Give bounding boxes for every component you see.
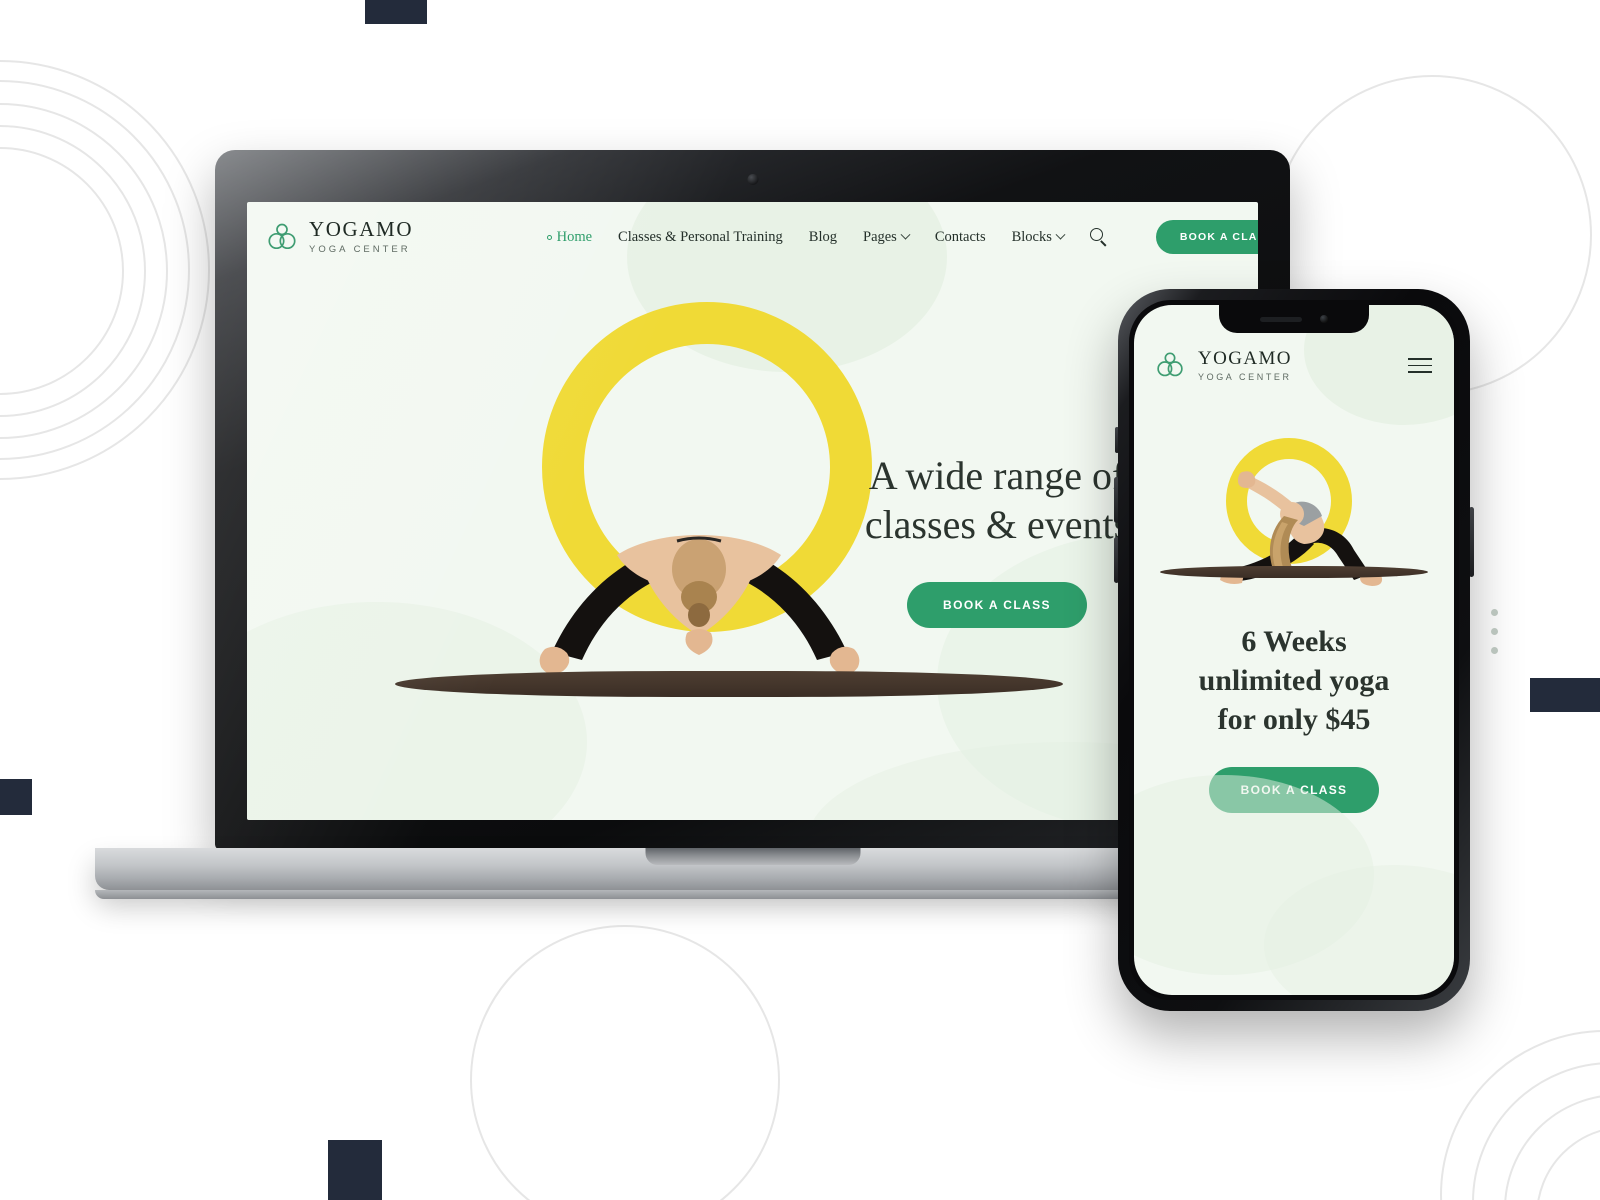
- header-cta-wrap: BOOK A CLASS: [1155, 220, 1258, 254]
- main-navigation: Home Classes & Personal Training Blog Pa…: [546, 220, 1258, 254]
- nav-item-blocks[interactable]: Blocks: [1011, 228, 1066, 246]
- yoga-mat: [1160, 566, 1428, 578]
- site-header: YOGAMO YOGA CENTER Home Classes & Person…: [247, 202, 1258, 272]
- mobile-site-logo[interactable]: YOGAMO YOGA CENTER: [1156, 349, 1292, 382]
- deco-square-right: [1530, 678, 1600, 712]
- brand-tagline: YOGA CENTER: [309, 244, 411, 255]
- hamburger-menu-icon[interactable]: [1408, 358, 1432, 373]
- phone-front-camera-icon: [1320, 315, 1328, 323]
- nav-label: Contacts: [934, 228, 986, 245]
- nav-item-classes[interactable]: Classes & Personal Training: [618, 229, 783, 246]
- mobile-brand-tagline: YOGA CENTER: [1198, 372, 1292, 382]
- deco-square-left: [0, 779, 32, 815]
- chevron-down-icon: [1055, 229, 1066, 240]
- search-icon[interactable]: [1089, 228, 1108, 247]
- nav-label: Classes & Personal Training: [618, 228, 783, 245]
- hero-title-line-1: A wide range of: [868, 453, 1126, 498]
- slider-dots[interactable]: [1491, 609, 1498, 654]
- nav-item-contacts[interactable]: Contacts: [935, 229, 986, 246]
- hero-title: A wide range of classes & events: [832, 452, 1162, 550]
- nav-label: Blog: [808, 228, 837, 245]
- mobile-hero-title-line-3: for only $45: [1217, 703, 1371, 736]
- mobile-hero-image: [1134, 404, 1454, 614]
- chevron-down-icon: [900, 229, 911, 240]
- deco-circle-bottom-1: [470, 925, 780, 1200]
- phone-frame: YOGAMO YOGA CENTER 6 Weeks unlimited yog…: [1118, 289, 1470, 1011]
- hero-cta-wrap: BOOK A CLASS: [832, 581, 1162, 628]
- phone-notch: [1219, 305, 1369, 333]
- hero-copy: A wide range of classes & events BOOK A …: [832, 452, 1162, 628]
- laptop-screen: YOGAMO YOGA CENTER Home Classes & Person…: [247, 202, 1258, 820]
- yoga-pose-illustration-mobile: [1220, 471, 1383, 586]
- nav-item-blog[interactable]: Blog: [809, 229, 837, 246]
- brand-name: YOGAMO: [309, 217, 414, 241]
- deco-square-top: [365, 0, 427, 24]
- mobile-hero-title-line-2: unlimited yoga: [1198, 664, 1390, 697]
- slider-dot-1[interactable]: [1491, 609, 1498, 616]
- nav-label: Pages: [863, 228, 897, 245]
- active-bullet-icon: [546, 234, 552, 240]
- laptop-webcam-icon: [747, 174, 758, 185]
- mobile-brand-name: YOGAMO: [1198, 348, 1292, 369]
- slider-dot-2[interactable]: [1491, 628, 1498, 635]
- deco-square-bottom: [328, 1140, 382, 1200]
- hero-book-a-class-button[interactable]: BOOK A CLASS: [907, 581, 1087, 628]
- yoga-mat: [395, 671, 1063, 697]
- phone-screen: YOGAMO YOGA CENTER 6 Weeks unlimited yog…: [1134, 305, 1454, 995]
- mobile-hero-title-line-1: 6 Weeks: [1241, 625, 1347, 658]
- mockup-scene: YOGAMO YOGA CENTER Home Classes & Person…: [0, 0, 1600, 1200]
- hero-title-line-2: classes & events: [864, 501, 1130, 547]
- phone-mockup: YOGAMO YOGA CENTER 6 Weeks unlimited yog…: [1114, 289, 1498, 1011]
- hero-section: A wide range of classes & events BOOK A …: [247, 272, 1258, 820]
- logo-text: YOGAMO YOGA CENTER: [309, 217, 414, 256]
- phone-bezel: YOGAMO YOGA CENTER 6 Weeks unlimited yog…: [1129, 300, 1459, 1000]
- nav-label: Home: [556, 228, 593, 245]
- yoga-circles-logo-icon: [1156, 351, 1186, 381]
- nav-item-home[interactable]: Home: [546, 228, 593, 246]
- mobile-hero-title: 6 Weeks unlimited yoga for only $45: [1160, 622, 1428, 739]
- mobile-logo-text: YOGAMO YOGA CENTER: [1198, 349, 1292, 382]
- phone-speaker-icon: [1260, 316, 1302, 322]
- nav-label: Blocks: [1011, 228, 1052, 245]
- yoga-circles-logo-icon: [267, 222, 297, 252]
- header-book-a-class-button[interactable]: BOOK A CLASS: [1155, 220, 1258, 254]
- slider-dot-3[interactable]: [1491, 647, 1498, 654]
- nav-item-pages[interactable]: Pages: [863, 228, 911, 246]
- site-logo[interactable]: YOGAMO YOGA CENTER: [267, 219, 413, 255]
